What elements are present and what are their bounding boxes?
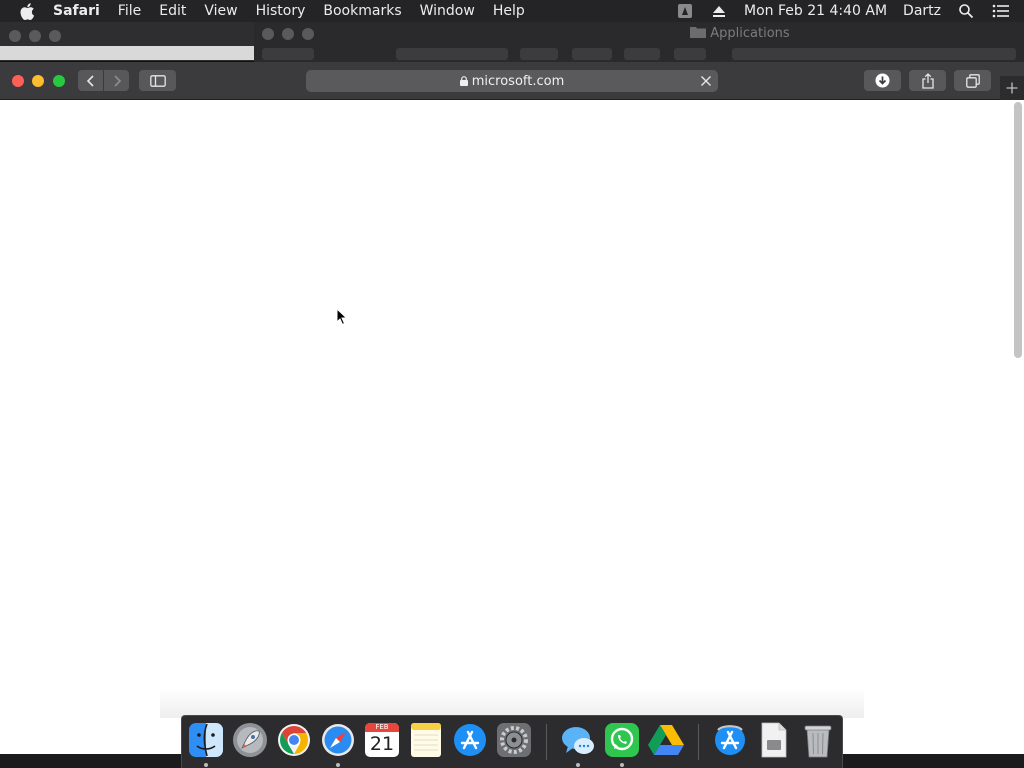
zoom-button[interactable] <box>53 75 65 87</box>
menu-file[interactable]: File <box>109 0 150 22</box>
finder-action-button[interactable] <box>572 48 612 60</box>
status-app-icon[interactable] <box>677 3 693 19</box>
dock-app-store-installer[interactable] <box>711 721 749 759</box>
new-tab-button[interactable] <box>1000 76 1024 100</box>
finder-title-label: Applications <box>710 26 790 41</box>
dock-chrome[interactable] <box>275 721 313 759</box>
mouse-cursor-icon <box>336 308 348 326</box>
whatsapp-running-indicator <box>620 763 624 767</box>
calendar-icon: FEB 21 <box>365 723 399 757</box>
eject-icon[interactable] <box>711 3 727 19</box>
safari-toolbar: microsoft.com <box>0 62 1024 100</box>
bg-zoom-button[interactable] <box>49 30 61 42</box>
menu-app-name[interactable]: Safari <box>53 0 109 22</box>
dock-launchpad[interactable] <box>231 721 269 759</box>
download-icon <box>875 73 890 88</box>
document-icon <box>761 722 787 758</box>
dock-system-preferences[interactable] <box>495 721 533 759</box>
dock-app-store[interactable] <box>451 721 489 759</box>
chrome-icon <box>278 724 310 756</box>
dock-calendar[interactable]: FEB 21 <box>363 721 401 759</box>
finder-icon <box>189 723 223 757</box>
finder-group-button[interactable] <box>520 48 558 60</box>
share-icon <box>921 72 934 89</box>
forward-button[interactable] <box>104 70 129 91</box>
menubar-clock[interactable]: Mon Feb 21 4:40 AM <box>744 0 887 22</box>
dock-google-drive[interactable] <box>647 721 685 759</box>
apple-menu-icon[interactable] <box>19 2 35 20</box>
safari-compass-icon <box>322 724 354 756</box>
finder-tag-button[interactable] <box>674 48 706 60</box>
stop-loading-icon[interactable] <box>700 75 712 87</box>
tabs-icon <box>965 73 980 88</box>
spotlight-search-icon[interactable] <box>958 3 974 19</box>
chevron-right-icon <box>113 74 121 87</box>
safari-running-indicator <box>336 763 340 767</box>
downloads-button[interactable] <box>864 70 901 91</box>
bg-minimize-button[interactable] <box>29 30 41 42</box>
address-bar[interactable]: microsoft.com <box>306 70 718 92</box>
bg-close-button[interactable] <box>9 30 21 42</box>
menu-help[interactable]: Help <box>484 0 534 22</box>
vertical-scrollbar[interactable] <box>1014 102 1022 358</box>
google-drive-icon <box>648 725 684 755</box>
dock-shadow <box>160 688 864 718</box>
finder-view-buttons[interactable] <box>396 48 508 60</box>
finder-share-button[interactable] <box>624 48 660 60</box>
url-text[interactable]: microsoft.com <box>472 74 565 89</box>
close-button[interactable] <box>12 75 24 87</box>
lock-icon <box>459 76 468 86</box>
finder-running-indicator <box>204 763 208 767</box>
menubar-user[interactable]: Dartz <box>903 0 941 22</box>
finder-zoom-button[interactable] <box>302 28 314 40</box>
notes-icon <box>411 723 441 757</box>
calendar-day: 21 <box>369 733 395 755</box>
tab-overview-button[interactable] <box>954 70 991 91</box>
messages-running-indicator <box>576 763 580 767</box>
dock-safari[interactable] <box>319 721 357 759</box>
sidebar-icon <box>149 74 166 87</box>
finder-minimize-button[interactable] <box>282 28 294 40</box>
messages-icon <box>562 727 594 754</box>
finder-nav-buttons[interactable] <box>262 48 314 60</box>
dock-trash[interactable] <box>799 721 837 759</box>
menu-bar: Safari File Edit View History Bookmarks … <box>0 0 1024 22</box>
notification-center-icon[interactable] <box>992 3 1010 19</box>
whatsapp-icon <box>605 723 639 757</box>
menu-edit[interactable]: Edit <box>150 0 195 22</box>
background-window-left[interactable] <box>0 22 254 62</box>
finder-window-title: Applications <box>590 26 890 41</box>
menu-view[interactable]: View <box>195 0 246 22</box>
bg-window-strip <box>0 46 254 60</box>
share-button[interactable] <box>909 70 946 91</box>
safari-window: microsoft.com <box>0 62 1024 754</box>
app-installer-icon <box>715 725 745 755</box>
gear-icon <box>497 723 531 757</box>
minimize-button[interactable] <box>32 75 44 87</box>
calendar-month: FEB <box>365 723 399 732</box>
dock-separator-2 <box>698 724 699 760</box>
menu-history[interactable]: History <box>247 0 315 22</box>
app-store-icon <box>454 724 486 756</box>
dock-messages[interactable] <box>559 721 597 759</box>
back-button[interactable] <box>78 70 103 91</box>
folder-icon <box>690 27 707 38</box>
web-content[interactable] <box>0 100 1024 754</box>
finder-search-field[interactable] <box>732 48 1016 60</box>
menu-window[interactable]: Window <box>411 0 484 22</box>
trash-icon <box>804 725 832 758</box>
sidebar-toggle-button[interactable] <box>139 70 176 91</box>
dock-separator <box>546 724 547 760</box>
dock-whatsapp[interactable] <box>603 721 641 759</box>
chevron-left-icon <box>86 74 94 87</box>
menu-bookmarks[interactable]: Bookmarks <box>314 0 410 22</box>
dock-document[interactable] <box>755 721 793 759</box>
finder-close-button[interactable] <box>262 28 274 40</box>
finder-window-background[interactable]: Applications <box>254 22 1024 62</box>
dock-finder[interactable] <box>187 721 225 759</box>
plus-icon <box>1006 82 1018 94</box>
dock: FEB 21 <box>181 715 843 768</box>
dock-notes[interactable] <box>407 721 445 759</box>
launchpad-rocket-icon <box>233 723 267 757</box>
